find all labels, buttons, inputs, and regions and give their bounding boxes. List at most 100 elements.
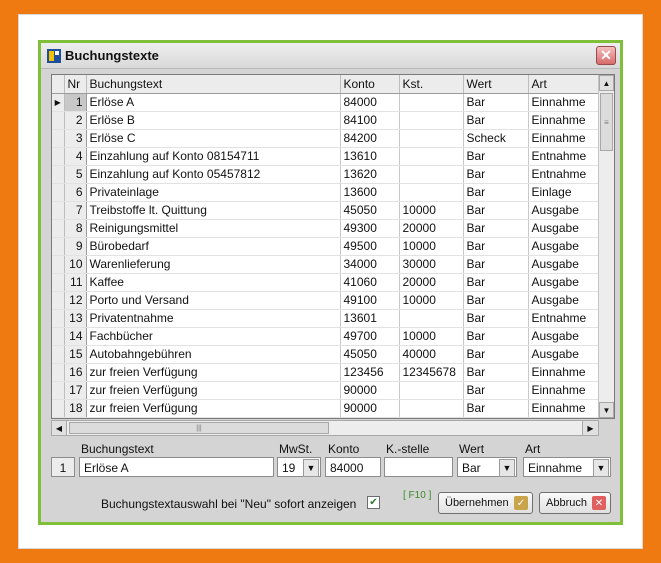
column-header-art[interactable]: Art — [528, 75, 601, 94]
table-row[interactable]: 9 Bürobedarf 49500 10000 Bar Ausgabe — [52, 237, 601, 256]
row-indicator[interactable] — [52, 345, 65, 364]
cell-kst[interactable]: 20000 — [399, 219, 464, 238]
cell-art[interactable]: Entnahme — [528, 309, 601, 328]
cell-text[interactable]: Einzahlung auf Konto 08154711 — [86, 147, 341, 166]
table-row[interactable]: 4 Einzahlung auf Konto 08154711 13610 Bar En… — [52, 147, 601, 166]
cell-text[interactable]: Porto und Versand — [86, 291, 341, 310]
scroll-right-icon[interactable]: ▶ — [582, 420, 599, 436]
cell-kst[interactable] — [399, 381, 464, 400]
cell-wert[interactable]: Bar — [463, 399, 529, 418]
cell-nr[interactable]: 1 — [64, 93, 87, 112]
table-row[interactable]: 10 Warenlieferung 34000 30000 Bar Ausgabe — [52, 255, 601, 274]
cell-wert[interactable]: Bar — [463, 165, 529, 184]
cell-wert[interactable]: Bar — [463, 93, 529, 112]
cell-text[interactable]: Fachbücher — [86, 327, 341, 346]
wert-select[interactable]: Bar ▼ — [457, 457, 517, 477]
cell-art[interactable]: Ausgabe — [528, 273, 601, 292]
table-row[interactable]: 2 Erlöse B 84100 Bar Einnahme — [52, 111, 601, 130]
cell-kst[interactable]: 40000 — [399, 345, 464, 364]
cell-art[interactable]: Ausgabe — [528, 345, 601, 364]
auto-show-checkbox[interactable]: ✔ — [367, 496, 380, 509]
cell-konto[interactable]: 13610 — [340, 147, 400, 166]
cell-konto[interactable]: 84100 — [340, 111, 400, 130]
cell-art[interactable]: Ausgabe — [528, 237, 601, 256]
row-indicator[interactable] — [52, 129, 65, 148]
cell-wert[interactable]: Bar — [463, 201, 529, 220]
cell-wert[interactable]: Bar — [463, 183, 529, 202]
cell-wert[interactable]: Bar — [463, 219, 529, 238]
cell-wert[interactable]: Bar — [463, 291, 529, 310]
cell-nr[interactable]: 10 — [64, 255, 87, 274]
cell-art[interactable]: Einnahme — [528, 93, 601, 112]
cell-art[interactable]: Ausgabe — [528, 255, 601, 274]
cell-art[interactable]: Ausgabe — [528, 291, 601, 310]
cell-text[interactable]: Privateinlage — [86, 183, 341, 202]
column-header-konto[interactable]: Konto — [340, 75, 400, 94]
table-row[interactable]: 16 zur freien Verfügung 123456 12345678 Bar E… — [52, 363, 601, 382]
row-indicator[interactable] — [52, 327, 65, 346]
row-indicator[interactable] — [52, 255, 65, 274]
scroll-left-icon[interactable]: ◀ — [52, 421, 67, 435]
row-indicator[interactable] — [52, 201, 65, 220]
cell-konto[interactable]: 84000 — [340, 93, 400, 112]
horizontal-scroll-thumb[interactable]: ||| — [69, 422, 329, 434]
cell-art[interactable]: Einlage — [528, 183, 601, 202]
table-row[interactable]: 7 Treibstoffe lt. Quittung 45050 10000 Bar Au… — [52, 201, 601, 220]
column-header-text[interactable]: Buchungstext — [86, 75, 341, 94]
cell-konto[interactable]: 13620 — [340, 165, 400, 184]
table-row[interactable]: 18 zur freien Verfügung 90000 Bar Einnahme — [52, 399, 601, 418]
table-row[interactable]: 3 Erlöse C 84200 Scheck Einnahme — [52, 129, 601, 148]
row-indicator[interactable] — [52, 237, 65, 256]
ok-button[interactable]: Übernehmen ✓ — [438, 492, 533, 514]
cell-nr[interactable]: 13 — [64, 309, 87, 328]
chevron-down-icon[interactable]: ▼ — [303, 459, 319, 477]
cell-text[interactable]: Einzahlung auf Konto 05457812 — [86, 165, 341, 184]
cell-nr[interactable]: 2 — [64, 111, 87, 130]
cell-text[interactable]: Erlöse B — [86, 111, 341, 130]
table-row[interactable]: 17 zur freien Verfügung 90000 Bar Einnahme — [52, 381, 601, 400]
cell-kst[interactable] — [399, 147, 464, 166]
cell-art[interactable]: Einnahme — [528, 363, 601, 382]
cell-konto[interactable]: 49100 — [340, 291, 400, 310]
cell-konto[interactable]: 49300 — [340, 219, 400, 238]
cell-kst[interactable]: 12345678 — [399, 363, 464, 382]
horizontal-scrollbar[interactable]: ◀ ||| — [51, 420, 599, 436]
cell-text[interactable]: Privatentnahme — [86, 309, 341, 328]
cell-text[interactable]: zur freien Verfügung — [86, 399, 341, 418]
cell-nr[interactable]: 16 — [64, 363, 87, 382]
cell-konto[interactable]: 90000 — [340, 399, 400, 418]
cell-konto[interactable]: 45050 — [340, 345, 400, 364]
cell-wert[interactable]: Bar — [463, 381, 529, 400]
cell-konto[interactable]: 123456 — [340, 363, 400, 382]
cell-konto[interactable]: 49500 — [340, 237, 400, 256]
table-row[interactable]: 15 Autobahngebühren 45050 40000 Bar Ausgabe — [52, 345, 601, 364]
edit-konto-input[interactable]: 84000 — [325, 457, 381, 477]
column-header-wert[interactable]: Wert — [463, 75, 529, 94]
cancel-button[interactable]: Abbruch ✕ — [539, 492, 611, 514]
cell-art[interactable]: Entnahme — [528, 147, 601, 166]
cell-kst[interactable]: 10000 — [399, 327, 464, 346]
row-indicator[interactable] — [52, 147, 65, 166]
cell-text[interactable]: Erlöse A — [86, 93, 341, 112]
cell-text[interactable]: zur freien Verfügung — [86, 363, 341, 382]
cell-art[interactable]: Einnahme — [528, 111, 601, 130]
cell-konto[interactable]: 41060 — [340, 273, 400, 292]
mwst-select[interactable]: 19 ▼ — [277, 457, 321, 477]
cell-kst[interactable] — [399, 129, 464, 148]
cell-kst[interactable]: 30000 — [399, 255, 464, 274]
cell-art[interactable]: Ausgabe — [528, 327, 601, 346]
cell-kst[interactable]: 10000 — [399, 237, 464, 256]
cell-nr[interactable]: 12 — [64, 291, 87, 310]
cell-kst[interactable] — [399, 309, 464, 328]
row-indicator[interactable] — [52, 165, 65, 184]
cell-kst[interactable]: 20000 — [399, 273, 464, 292]
table-row[interactable]: 14 Fachbücher 49700 10000 Bar Ausgabe — [52, 327, 601, 346]
row-indicator[interactable] — [52, 111, 65, 130]
cell-kst[interactable] — [399, 399, 464, 418]
cell-wert[interactable]: Scheck — [463, 129, 529, 148]
cell-text[interactable]: Kaffee — [86, 273, 341, 292]
table-row[interactable]: 11 Kaffee 41060 20000 Bar Ausgabe — [52, 273, 601, 292]
cell-nr[interactable]: 8 — [64, 219, 87, 238]
table-row[interactable]: ▶ 1 Erlöse A 84000 Bar Einnahme — [52, 93, 601, 112]
cell-konto[interactable]: 84200 — [340, 129, 400, 148]
